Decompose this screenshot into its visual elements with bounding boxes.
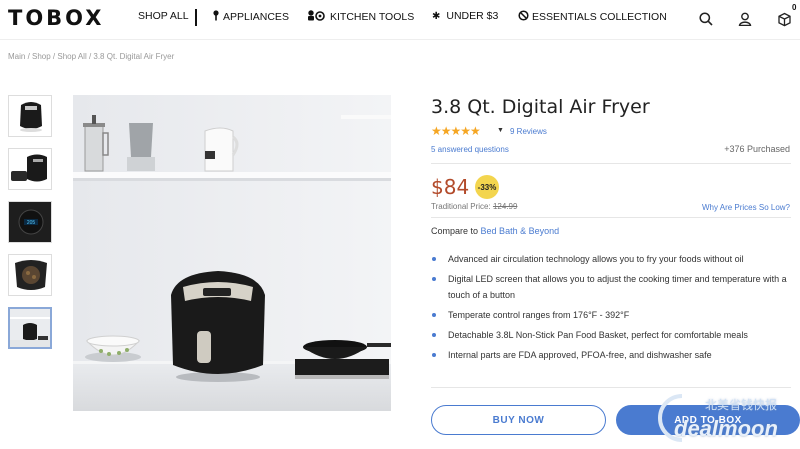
nav-appliances-label: APPLIANCES bbox=[223, 11, 289, 23]
nav-appliances[interactable]: APPLIANCES bbox=[212, 10, 289, 24]
feature-list: Advanced air circulation technology allo… bbox=[431, 251, 791, 367]
discount-badge: -33% bbox=[475, 175, 499, 199]
answered-questions-link[interactable]: 5 answered questions bbox=[431, 145, 509, 154]
divider bbox=[431, 163, 791, 164]
rating-dropdown-icon[interactable]: ▼ bbox=[497, 127, 504, 134]
appliance-icon bbox=[212, 10, 220, 24]
divider bbox=[431, 217, 791, 218]
product-title: 3.8 Qt. Digital Air Fryer bbox=[431, 96, 650, 118]
nav-kitchen-tools[interactable]: KITCHEN TOOLS bbox=[307, 10, 414, 24]
cart-count-badge: 0 bbox=[792, 3, 797, 12]
site-header: TOBOX SHOP ALL APPLIANCES KITCHEN TOOLS … bbox=[0, 0, 800, 40]
divider bbox=[431, 387, 791, 388]
nav-divider bbox=[195, 9, 197, 26]
nav-under-3[interactable]: ✱ UNDER $3 bbox=[432, 10, 498, 22]
traditional-price-value: 124.99 bbox=[492, 202, 518, 211]
traditional-price: Traditional Price: 124.99 bbox=[431, 202, 517, 211]
compare-prefix: Compare to bbox=[431, 226, 479, 236]
thumbnail-4[interactable] bbox=[8, 254, 52, 296]
buy-now-button[interactable]: BUY NOW bbox=[431, 405, 606, 435]
thumbnail-5[interactable] bbox=[8, 307, 52, 349]
reviews-link[interactable]: 9 Reviews bbox=[510, 127, 547, 136]
nav-essentials[interactable]: ESSENTIALS COLLECTION bbox=[518, 10, 667, 24]
nav-shop-all[interactable]: SHOP ALL bbox=[138, 10, 189, 22]
feature-item: Internal parts are FDA approved, PFOA-fr… bbox=[431, 347, 791, 363]
cart-icon[interactable] bbox=[775, 10, 793, 28]
chef-icon bbox=[307, 10, 327, 24]
add-to-box-button[interactable]: ADD TO BOX bbox=[616, 405, 800, 435]
why-prices-low-link[interactable]: Why Are Prices So Low? bbox=[702, 203, 790, 212]
feature-item: Detachable 3.8L Non-Stick Pan Food Baske… bbox=[431, 327, 791, 343]
star-icon: ✱ bbox=[432, 10, 441, 22]
nav-kitchen-tools-label: KITCHEN TOOLS bbox=[330, 11, 415, 23]
product-main-image[interactable] bbox=[73, 95, 391, 411]
nav-shop-all-label: SHOP ALL bbox=[138, 10, 189, 22]
feature-item: Advanced air circulation technology allo… bbox=[431, 251, 791, 267]
breadcrumb[interactable]: Main / Shop / Shop All / 3.8 Qt. Digital… bbox=[8, 52, 174, 61]
feature-item: Digital LED screen that allows you to ad… bbox=[431, 271, 791, 303]
user-icon[interactable] bbox=[736, 10, 754, 28]
sale-price: $84 bbox=[431, 175, 470, 199]
nav-essentials-label: ESSENTIALS COLLECTION bbox=[532, 11, 667, 23]
feature-item: Temperate control ranges from 176°F - 39… bbox=[431, 307, 791, 323]
thumbnail-2[interactable] bbox=[8, 148, 52, 190]
search-icon[interactable] bbox=[697, 10, 715, 28]
svg-text:205: 205 bbox=[27, 220, 36, 226]
thumbnail-3[interactable]: 205 bbox=[8, 201, 52, 243]
rating-stars-icon[interactable]: ★★★★★ bbox=[431, 124, 481, 138]
purchased-count: +376 Purchased bbox=[724, 144, 790, 154]
thumbnail-1[interactable] bbox=[8, 95, 52, 137]
traditional-price-label: Traditional Price: bbox=[431, 202, 491, 211]
nav-under-3-label: UNDER $3 bbox=[446, 10, 499, 22]
compare-to: Compare to Bed Bath & Beyond bbox=[431, 226, 559, 236]
logo[interactable]: TOBOX bbox=[8, 6, 104, 30]
essentials-icon bbox=[518, 10, 529, 24]
compare-store-link[interactable]: Bed Bath & Beyond bbox=[481, 226, 560, 236]
